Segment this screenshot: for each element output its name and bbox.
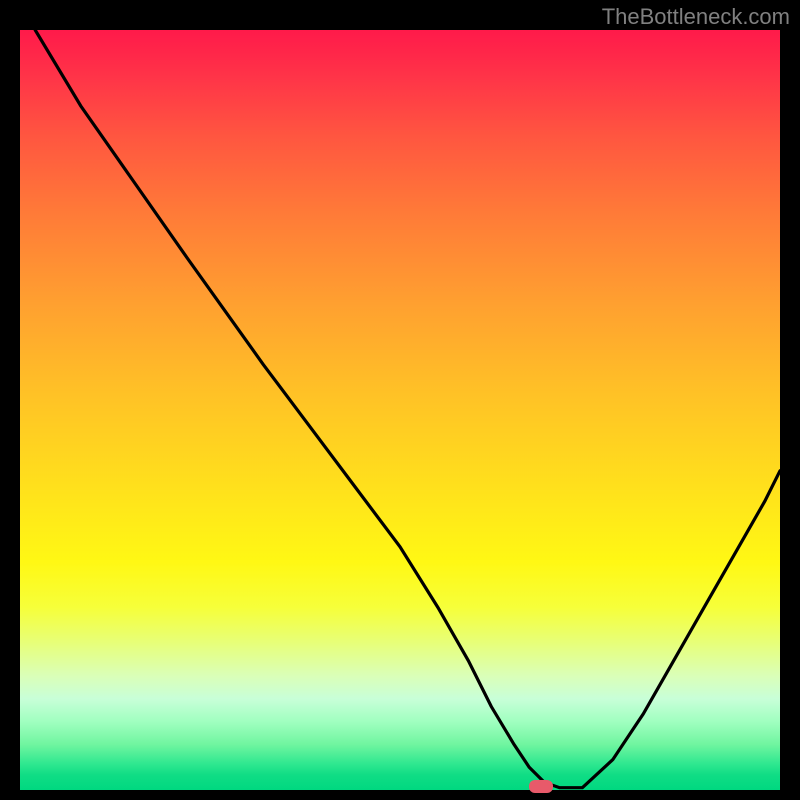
curve-svg bbox=[20, 30, 780, 790]
watermark-text: TheBottleneck.com bbox=[602, 4, 790, 30]
optimal-marker bbox=[529, 780, 553, 793]
plot-area bbox=[20, 30, 780, 790]
bottleneck-curve bbox=[35, 30, 780, 788]
